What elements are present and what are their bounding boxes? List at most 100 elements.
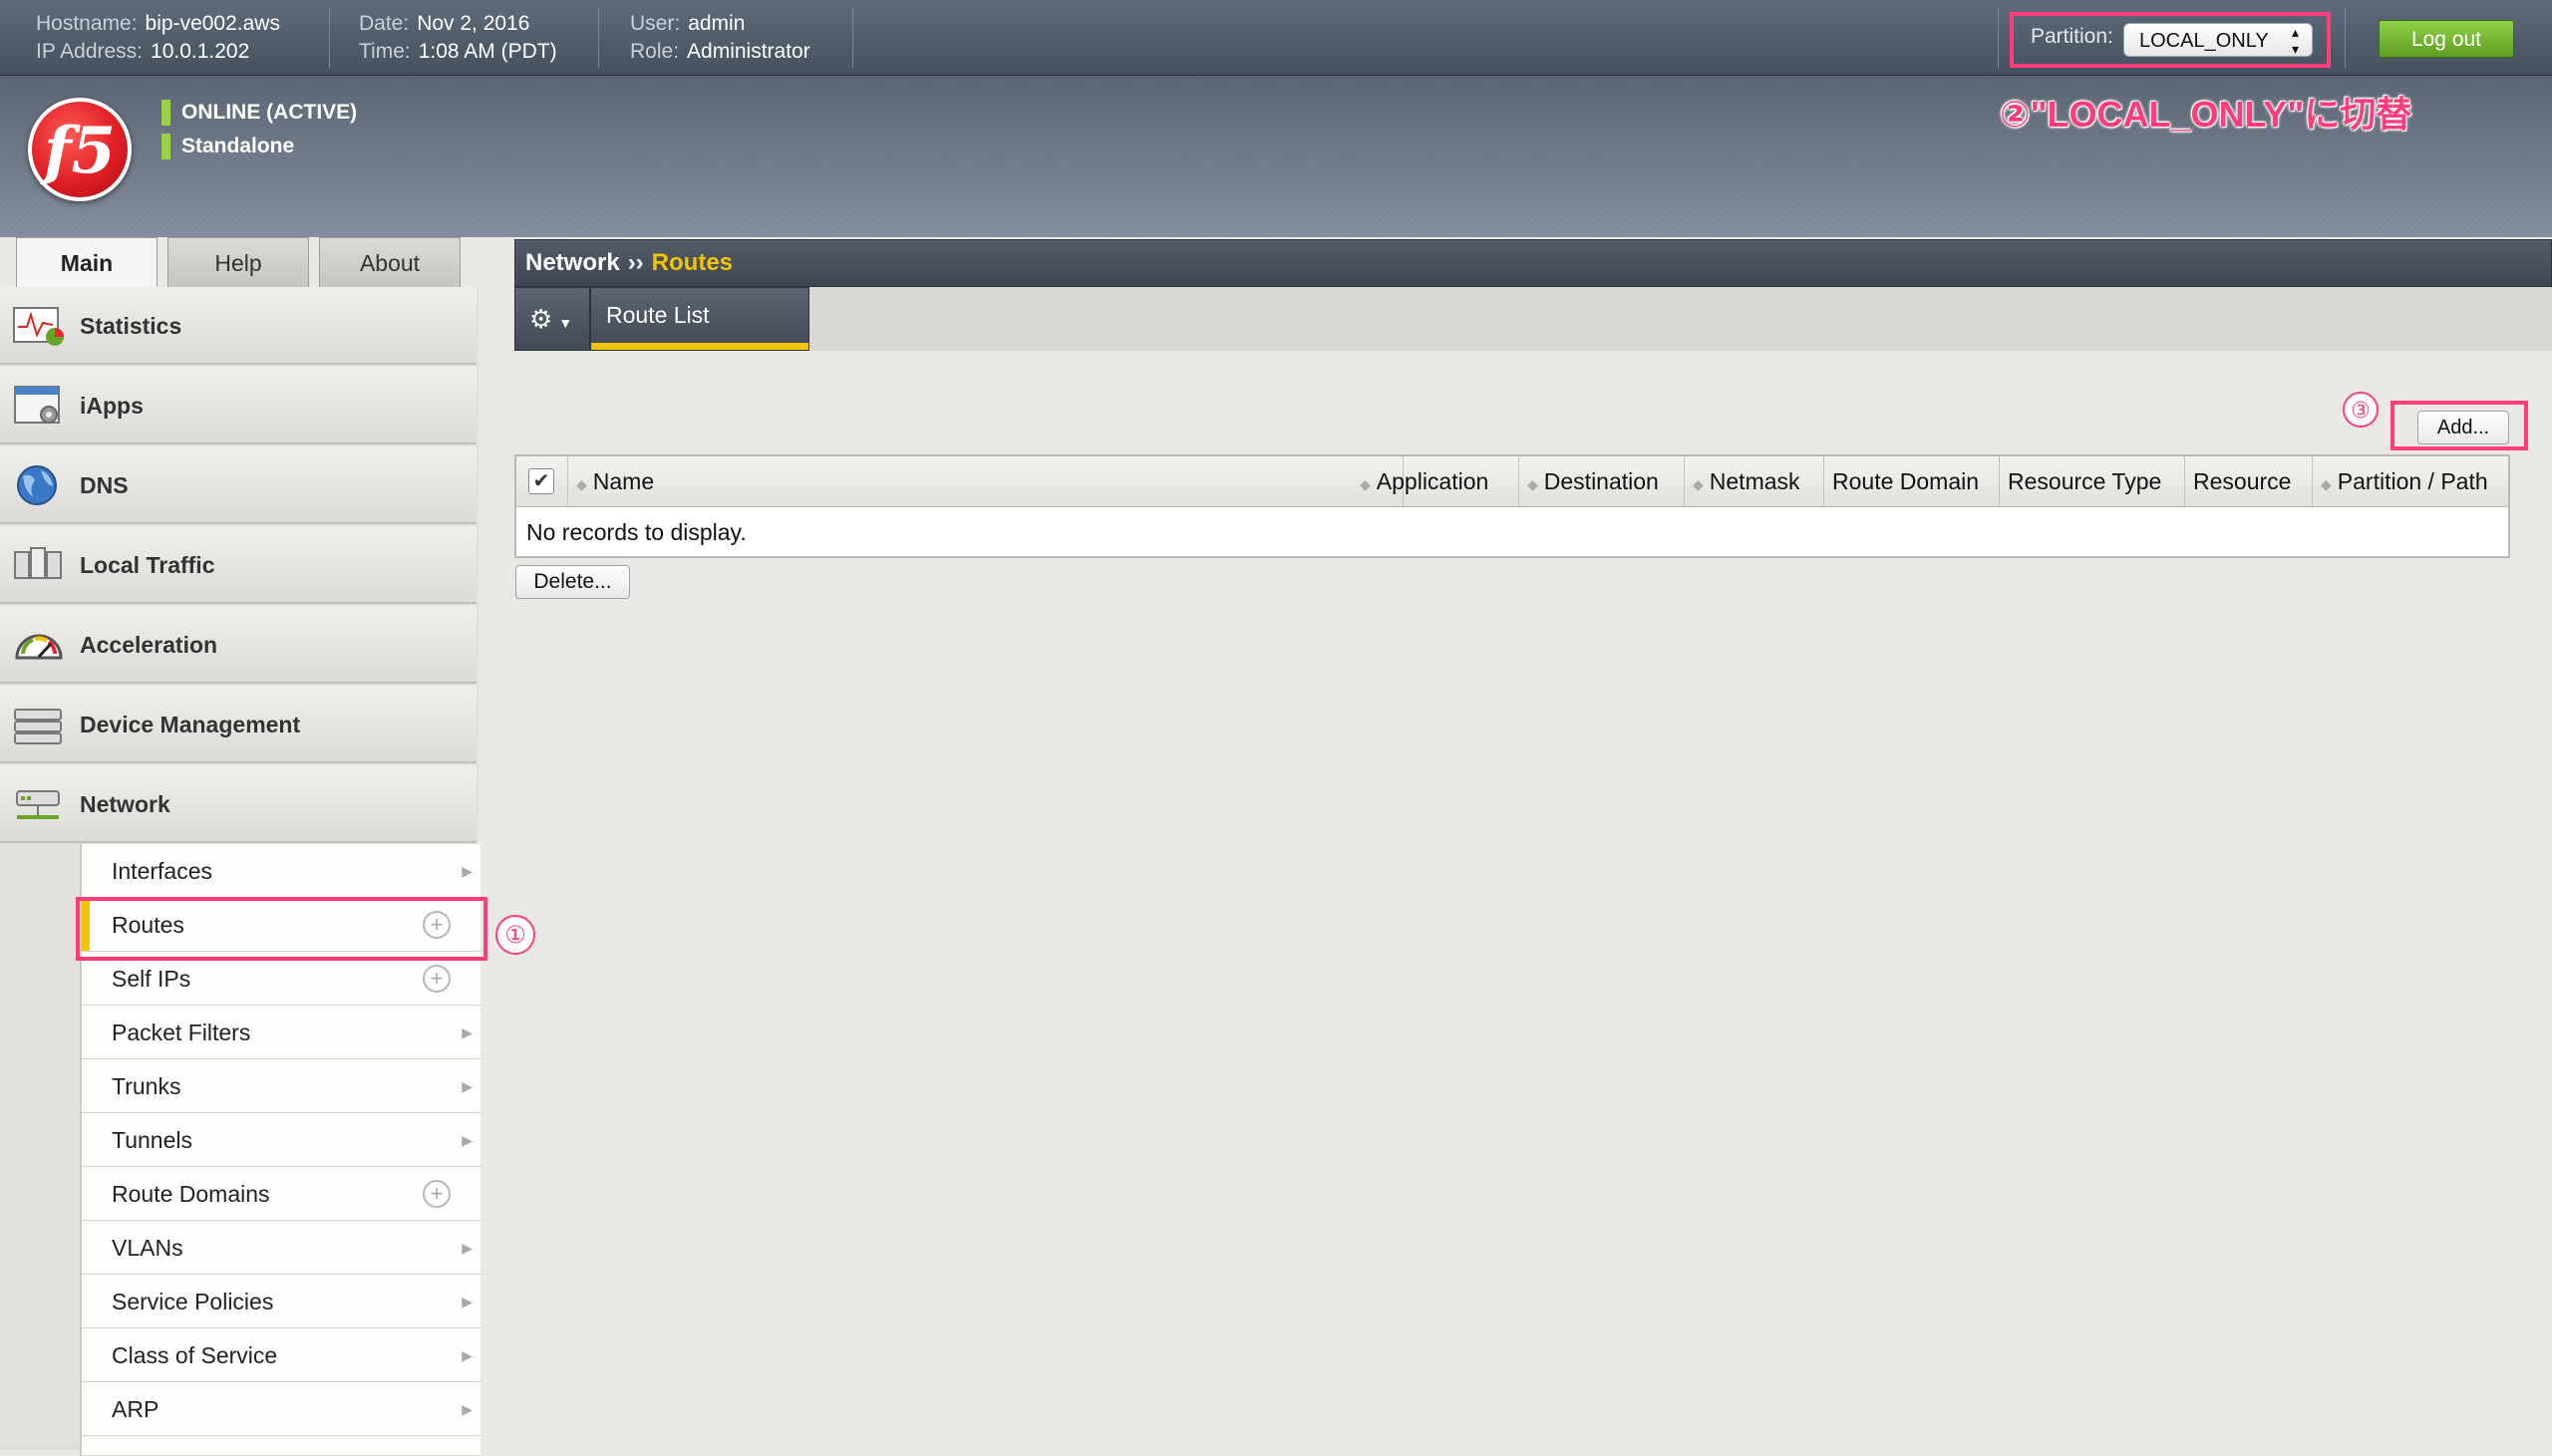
submenu-item-partial <box>82 1436 480 1456</box>
submenu-label: Route Domains <box>112 1181 270 1207</box>
breadcrumb: Network ›› Routes <box>514 239 2552 287</box>
divider <box>598 8 599 68</box>
routes-highlight-annotation <box>76 897 487 961</box>
chevron-right-icon: ▶ <box>462 1240 473 1256</box>
submenu-item-arp[interactable]: ARP ▶ <box>82 1382 480 1436</box>
route-list-table: ✔ ◆ Name ◆ Application ◆ Destination ◆ Netma… <box>514 454 2510 558</box>
logout-button[interactable]: Log out <box>2379 20 2514 58</box>
sidebar-item-network[interactable]: Network <box>0 765 477 843</box>
column-header-route-domain: Route Domain <box>1824 456 2000 506</box>
submenu-label: Interfaces <box>112 858 212 884</box>
submenu-item-tunnels[interactable]: Tunnels ▶ <box>82 1113 480 1167</box>
submenu-label: Tunnels <box>112 1127 192 1153</box>
column-label: Route Domain <box>1832 468 1980 494</box>
sidebar-item-acceleration[interactable]: Acceleration <box>0 606 477 684</box>
user-value: admin <box>688 12 746 35</box>
sidebar-item-local-traffic[interactable]: Local Traffic <box>0 526 477 604</box>
delete-button[interactable]: Delete... <box>515 565 630 599</box>
divider <box>2345 8 2346 68</box>
column-label: Resource <box>2193 468 2292 494</box>
add-circle-icon[interactable]: + <box>423 1180 451 1208</box>
submenu-label: Trunks <box>112 1073 181 1099</box>
submenu-label: Service Policies <box>112 1289 274 1314</box>
sidebar-item-dns[interactable]: DNS <box>0 446 477 524</box>
gear-menu-button[interactable]: ⚙ ▼ <box>514 287 590 351</box>
hostname-label: Hostname: <box>36 12 138 35</box>
gear-icon: ⚙ <box>529 304 553 334</box>
column-header-name[interactable]: ◆ Name <box>568 456 1404 506</box>
user-info: User: admin Role: Administrator <box>630 10 810 66</box>
sidebar-label: DNS <box>80 472 129 498</box>
divider <box>1998 8 1999 68</box>
column-label: Partition / Path <box>2337 468 2488 494</box>
sidebar-label: iApps <box>80 393 144 419</box>
select-arrows-icon: ▴ ▾ <box>2292 24 2300 57</box>
submenu-item-route-domains[interactable]: Route Domains + <box>82 1167 480 1221</box>
sidebar-label: Acceleration <box>80 632 218 658</box>
submenu-item-trunks[interactable]: Trunks ▶ <box>82 1059 480 1113</box>
column-header-resource-type: Resource Type <box>2000 456 2185 506</box>
sort-icon: ◆ <box>1360 476 1371 492</box>
tab-route-list[interactable]: Route List <box>590 287 809 351</box>
ip-label: IP Address: <box>36 40 144 63</box>
status-online: ONLINE (ACTIVE) <box>161 100 357 126</box>
sort-icon: ◆ <box>576 476 587 492</box>
select-all-checkbox[interactable]: ✔ <box>528 468 554 494</box>
annotation-3: ③ <box>2343 392 2379 428</box>
add-button[interactable]: Add... <box>2417 411 2509 444</box>
sidebar-item-statistics[interactable]: Statistics <box>0 287 477 365</box>
partition-label: Partition: <box>2031 25 2113 48</box>
time-value: 1:08 AM (PDT) <box>418 40 557 63</box>
column-label: Destination <box>1543 468 1659 494</box>
submenu-item-service-policies[interactable]: Service Policies ▶ <box>82 1275 480 1328</box>
submenu-item-interfaces[interactable]: Interfaces ▶ <box>82 844 480 898</box>
network-icon <box>16 790 60 819</box>
submenu-item-vlans[interactable]: VLANs ▶ <box>82 1221 480 1275</box>
submenu-item-packet-filters[interactable]: Packet Filters ▶ <box>82 1006 480 1059</box>
table-header: ✔ ◆ Name ◆ Application ◆ Destination ◆ Netma… <box>516 456 2508 507</box>
hostname-value: bip-ve002.aws <box>145 12 280 35</box>
sort-icon: ◆ <box>1693 476 1704 492</box>
tab-help[interactable]: Help <box>167 237 309 287</box>
tab-about[interactable]: About <box>319 237 461 287</box>
chevron-right-icon: ▶ <box>462 1401 473 1417</box>
column-label: Name <box>592 468 655 494</box>
partition-select[interactable]: LOCAL_ONLY ▴ ▾ <box>2123 23 2313 57</box>
submenu-label: Self IPs <box>112 966 191 992</box>
partition-selected-value: LOCAL_ONLY <box>2139 30 2269 52</box>
acceleration-icon <box>15 634 63 660</box>
add-circle-icon[interactable]: + <box>423 965 451 993</box>
sidebar-label: Local Traffic <box>80 552 215 578</box>
date-value: Nov 2, 2016 <box>417 12 530 35</box>
local-traffic-icon <box>14 547 62 579</box>
sidebar-item-iapps[interactable]: iApps <box>0 367 477 444</box>
sidebar-label: Statistics <box>80 313 182 339</box>
divider <box>852 8 853 68</box>
tab-main[interactable]: Main <box>16 237 158 287</box>
column-label: Resource Type <box>2008 468 2162 494</box>
f5-logo[interactable]: f5 <box>28 98 132 201</box>
breadcrumb-current: Routes <box>651 249 734 276</box>
divider <box>329 8 330 68</box>
column-label: Application <box>1376 468 1489 494</box>
column-header-netmask[interactable]: ◆ Netmask <box>1685 456 1824 506</box>
host-info: Hostname: bip-ve002.aws IP Address: 10.0.1… <box>36 10 280 66</box>
datetime-info: Date: Nov 2, 2016 Time: 1:08 AM (PDT) <box>359 10 557 66</box>
breadcrumb-parent[interactable]: Network <box>525 249 620 276</box>
column-label: Netmask <box>1709 468 1800 494</box>
column-header-partition-path[interactable]: ◆ Partition / Path <box>2313 456 2508 506</box>
submenu-item-class-of-service[interactable]: Class of Service ▶ <box>82 1328 480 1382</box>
statistics-icon <box>13 307 64 346</box>
column-header-resource: Resource <box>2185 456 2313 506</box>
dns-icon <box>17 465 57 505</box>
annotation-2: ②"LOCAL_ONLY"に切替 <box>2000 94 2412 135</box>
breadcrumb-separator: ›› <box>627 249 644 276</box>
column-header-application[interactable]: ◆ Application <box>1352 456 1519 506</box>
sidebar: Statistics iApps DNS Local Traffic Accel… <box>0 287 480 1456</box>
column-header-destination[interactable]: ◆ Destination <box>1519 456 1685 506</box>
chevron-right-icon: ▶ <box>462 863 473 879</box>
sidebar-item-device-management[interactable]: Device Management <box>0 686 477 763</box>
annotation-1: ① <box>495 915 535 955</box>
iapps-icon <box>14 386 60 424</box>
role-label: Role: <box>630 40 680 63</box>
